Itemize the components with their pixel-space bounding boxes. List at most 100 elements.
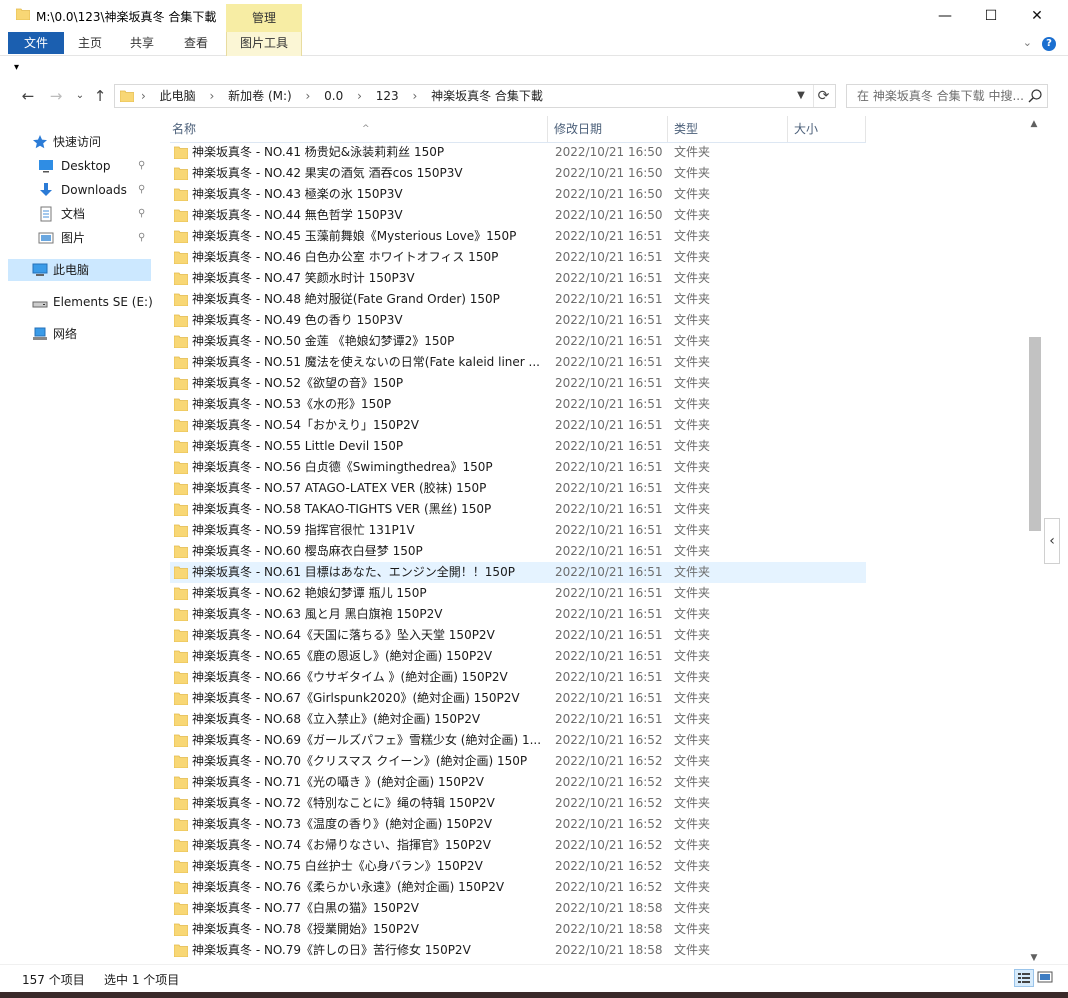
- file-row[interactable]: 神楽坂真冬 - NO.72《特別なことに》绳の特辑 150P2V 2022/10/…: [170, 793, 866, 814]
- file-date: 2022/10/21 16:51: [555, 649, 663, 663]
- nav-documents[interactable]: 文档 ⚲: [8, 203, 151, 225]
- back-button[interactable]: ←: [18, 86, 38, 106]
- details-view-icon: [1018, 973, 1030, 983]
- file-row[interactable]: 神楽坂真冬 - NO.49 色の香り 150P3V 2022/10/21 16:5…: [170, 310, 866, 331]
- file-row[interactable]: 神楽坂真冬 - NO.79《許しの日》苦行修女 150P2V 2022/10/21…: [170, 940, 866, 961]
- file-row[interactable]: 神楽坂真冬 - NO.75 白丝护士《心身バラン》150P2V 2022/10/2…: [170, 856, 866, 877]
- file-row[interactable]: 神楽坂真冬 - NO.77《白黒の猫》150P2V 2022/10/21 18:5…: [170, 898, 866, 919]
- file-row[interactable]: 神楽坂真冬 - NO.44 無色哲学 150P3V 2022/10/21 16:5…: [170, 205, 866, 226]
- file-row[interactable]: 神楽坂真冬 - NO.65《鹿の恩返し》(絶対企画) 150P2V 2022/10…: [170, 646, 866, 667]
- file-row[interactable]: 神楽坂真冬 - NO.57 ATAGO-LATEX VER (胶袜) 150P 2…: [170, 478, 866, 499]
- forward-button[interactable]: →: [46, 86, 66, 106]
- breadcrumb-drive[interactable]: 新加卷 (M:): [228, 89, 292, 103]
- tab-picture-tools[interactable]: 图片工具: [226, 32, 302, 54]
- vertical-scrollbar[interactable]: ▲ ▼: [1026, 112, 1042, 964]
- details-view-button[interactable]: [1014, 969, 1034, 987]
- breadcrumb-current-folder[interactable]: 神楽坂真冬 合集下載: [431, 89, 543, 103]
- expand-ribbon-icon[interactable]: ⌄: [1023, 36, 1032, 49]
- tab-home[interactable]: 主页: [68, 32, 112, 54]
- file-row[interactable]: 神楽坂真冬 - NO.46 白色办公室 ホワイトオフィス 150P 2022/10…: [170, 247, 866, 268]
- file-row[interactable]: 神楽坂真冬 - NO.71《光の囁き 》(絶対企画) 150P2V 2022/10…: [170, 772, 866, 793]
- nav-downloads[interactable]: Downloads ⚲: [8, 179, 151, 201]
- nav-desktop[interactable]: Desktop ⚲: [8, 155, 151, 177]
- column-header-size[interactable]: 大小: [788, 116, 866, 142]
- file-row[interactable]: 神楽坂真冬 - NO.48 絶対服従(Fate Grand Order) 150…: [170, 289, 866, 310]
- scrollbar-thumb[interactable]: [1029, 336, 1041, 531]
- recent-locations-button[interactable]: ⌄: [70, 86, 90, 106]
- search-icon[interactable]: [1027, 88, 1043, 104]
- file-row[interactable]: 神楽坂真冬 - NO.42 果実の酒気 酒吞cos 150P3V 2022/10/…: [170, 163, 866, 184]
- column-header-name[interactable]: 名称 ^: [166, 116, 548, 142]
- scroll-up-icon[interactable]: ▲: [1026, 116, 1042, 132]
- help-icon[interactable]: ?: [1042, 37, 1056, 51]
- nav-network[interactable]: 网络: [8, 323, 151, 345]
- file-row[interactable]: 神楽坂真冬 - NO.68《立入禁止》(絶対企画) 150P2V 2022/10/…: [170, 709, 866, 730]
- file-row[interactable]: 神楽坂真冬 - NO.53《水の形》150P 2022/10/21 16:51 文件…: [170, 394, 866, 415]
- file-row[interactable]: 神楽坂真冬 - NO.60 樱岛麻衣白昼梦 150P 2022/10/21 16:…: [170, 541, 866, 562]
- large-icons-view-button[interactable]: [1036, 969, 1056, 987]
- folder-icon: [174, 860, 188, 873]
- file-row[interactable]: 神楽坂真冬 - NO.69《ガールズパフェ》雪糕少女 (絶対企画) 1... 20…: [170, 730, 866, 751]
- file-row[interactable]: 神楽坂真冬 - NO.51 魔法を使えないの日常(Fate kaleid lin…: [170, 352, 866, 373]
- breadcrumb-separator[interactable]: ›: [141, 89, 146, 103]
- file-type: 文件夹: [674, 166, 711, 180]
- file-row[interactable]: 神楽坂真冬 - NO.56 白贞德《Swimingthedrea》150P 202…: [170, 457, 866, 478]
- address-dropdown-icon[interactable]: ▼: [793, 85, 809, 107]
- breadcrumb-separator[interactable]: ›: [306, 89, 311, 103]
- column-header-type[interactable]: 类型: [668, 116, 788, 142]
- close-button[interactable]: ✕: [1014, 0, 1060, 32]
- breadcrumb-separator[interactable]: ›: [412, 89, 417, 103]
- file-row[interactable]: 神楽坂真冬 - NO.50 金莲 《艳娘幻梦谭2》150P 2022/10/21 …: [170, 331, 866, 352]
- up-button[interactable]: ↑: [90, 86, 110, 106]
- folder-icon: [174, 692, 188, 705]
- file-row[interactable]: 神楽坂真冬 - NO.47 笑颜水时计 150P3V 2022/10/21 16:…: [170, 268, 866, 289]
- file-row[interactable]: 神楽坂真冬 - NO.52《欲望の音》150P 2022/10/21 16:51 文…: [170, 373, 866, 394]
- nav-this-pc[interactable]: 此电脑: [8, 259, 151, 281]
- file-row[interactable]: 神楽坂真冬 - NO.61 目標はあなた、エンジン全開！！150P 2022/10…: [170, 562, 866, 583]
- tab-file[interactable]: 文件: [8, 32, 64, 54]
- file-row[interactable]: 神楽坂真冬 - NO.67《Girlspunk2020》(絶対企画) 150P2…: [170, 688, 866, 709]
- file-row[interactable]: 神楽坂真冬 - NO.45 玉藻前舞娘《Mysterious Love》150P…: [170, 226, 866, 247]
- breadcrumb-folder-123[interactable]: 123: [376, 89, 399, 103]
- nav-elements-drive[interactable]: Elements SE (E:): [8, 291, 153, 313]
- file-date: 2022/10/21 16:50: [555, 187, 663, 201]
- refresh-icon[interactable]: ⟳: [813, 85, 833, 107]
- file-row[interactable]: 神楽坂真冬 - NO.41 杨贵妃&泳装莉莉丝 150P 2022/10/21 1…: [170, 142, 866, 163]
- file-name: 神楽坂真冬 - NO.41 杨贵妃&泳装莉莉丝 150P: [192, 145, 445, 159]
- file-row[interactable]: 神楽坂真冬 - NO.74《お帰りなさい、指揮官》150P2V 2022/10/2…: [170, 835, 866, 856]
- breadcrumb-this-pc[interactable]: 此电脑: [160, 89, 196, 103]
- file-row[interactable]: 神楽坂真冬 - NO.73《温度の香り》(絶対企画) 150P2V 2022/10…: [170, 814, 866, 835]
- file-row[interactable]: 神楽坂真冬 - NO.58 TAKAO-TIGHTS VER (黑丝) 150P…: [170, 499, 866, 520]
- file-row[interactable]: 神楽坂真冬 - NO.66《ウサギタイム 》(絶対企画) 150P2V 2022/…: [170, 667, 866, 688]
- file-row[interactable]: 神楽坂真冬 - NO.54「おかえり」150P2V 2022/10/21 16:5…: [170, 415, 866, 436]
- nav-pictures[interactable]: 图片 ⚲: [8, 227, 151, 249]
- column-header-date[interactable]: 修改日期: [548, 116, 668, 142]
- file-row[interactable]: 神楽坂真冬 - NO.70《クリスマス クイーン》(絶対企画) 150P 2022…: [170, 751, 866, 772]
- address-bar[interactable]: › 此电脑 › 新加卷 (M:) › 0.0 › 123 › 神楽坂真冬 合集下…: [114, 84, 836, 108]
- collapse-pane-button[interactable]: ‹: [1044, 518, 1060, 564]
- file-row[interactable]: 神楽坂真冬 - NO.59 指挥官很忙 131P1V 2022/10/21 16:…: [170, 520, 866, 541]
- breadcrumb-folder-0-0[interactable]: 0.0: [324, 89, 343, 103]
- folder-icon: [174, 608, 188, 621]
- breadcrumb-separator[interactable]: ›: [357, 89, 362, 103]
- minimize-button[interactable]: —: [922, 0, 968, 32]
- quick-access-toolbar-dropdown[interactable]: ▾: [14, 62, 19, 73]
- navigation-bar: ← → ⌄ ↑ › 此电脑 › 新加卷 (M:) › 0.0 › 123 › 神…: [0, 82, 1068, 110]
- file-date: 2022/10/21 16:51: [555, 544, 663, 558]
- file-row[interactable]: 神楽坂真冬 - NO.64《天国に落ちる》坠入天堂 150P2V 2022/10/…: [170, 625, 866, 646]
- file-row[interactable]: 神楽坂真冬 - NO.76《柔らかい永遠》(絶対企画) 150P2V 2022/1…: [170, 877, 866, 898]
- breadcrumb-separator[interactable]: ›: [209, 89, 214, 103]
- tab-share[interactable]: 共享: [120, 32, 164, 54]
- maximize-button[interactable]: ☐: [968, 0, 1014, 32]
- file-row[interactable]: 神楽坂真冬 - NO.55 Little Devil 150P 2022/10/2…: [170, 436, 866, 457]
- file-date: 2022/10/21 18:58: [555, 943, 663, 957]
- file-row[interactable]: 神楽坂真冬 - NO.43 極楽の氷 150P3V 2022/10/21 16:5…: [170, 184, 866, 205]
- file-row[interactable]: 神楽坂真冬 - NO.63 風と月 黑白旗袍 150P2V 2022/10/21 …: [170, 604, 866, 625]
- search-box[interactable]: 在 神楽坂真冬 合集下载 中搜...: [846, 84, 1048, 108]
- network-icon: [33, 327, 47, 340]
- nav-quick-access[interactable]: 快速访问: [8, 131, 151, 153]
- file-row[interactable]: 神楽坂真冬 - NO.62 艳娘幻梦谭 瓶儿 150P 2022/10/21 16…: [170, 583, 866, 604]
- file-row[interactable]: 神楽坂真冬 - NO.78《授業開始》150P2V 2022/10/21 18:5…: [170, 919, 866, 940]
- tab-view[interactable]: 查看: [174, 32, 218, 54]
- folder-icon: [174, 398, 188, 411]
